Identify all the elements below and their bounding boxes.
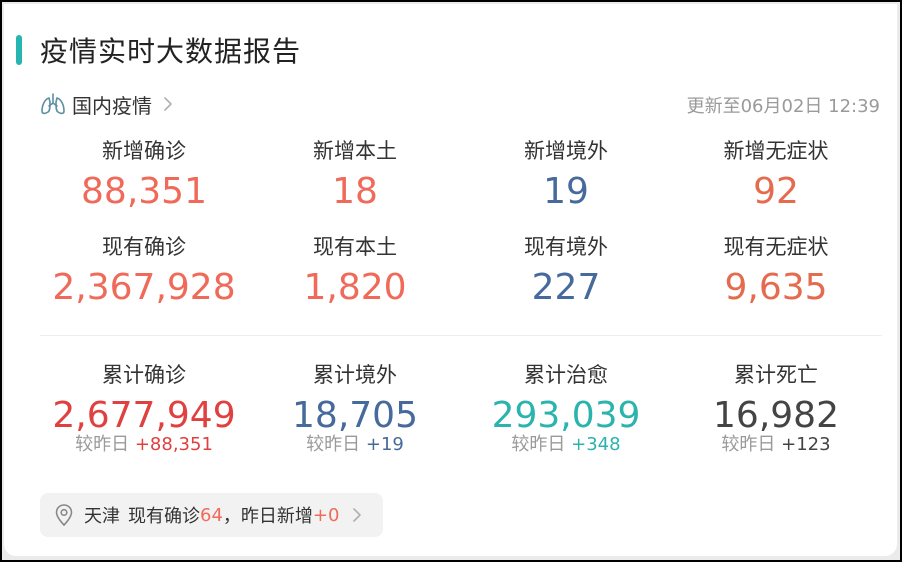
stat-current-confirmed: 现有确诊 2,367,928 (34, 234, 254, 310)
stat-delta: 较昨日 +19 (245, 434, 465, 456)
stat-new-confirmed: 新增确诊 88,351 (34, 138, 254, 214)
local-new-value: +0 (312, 504, 340, 526)
stat-label: 累计治愈 (524, 363, 608, 387)
local-current-label: 现有确诊 (128, 506, 200, 527)
stat-label: 现有本土 (313, 235, 397, 259)
stat-delta: 较昨日 +348 (456, 434, 676, 456)
chevron-right-icon (353, 508, 362, 522)
local-current-value: 64 (200, 504, 223, 526)
delta-value: +123 (781, 434, 831, 455)
stat-value: 88,351 (81, 171, 207, 212)
delta-value: +348 (571, 434, 621, 455)
stat-label: 累计死亡 (734, 363, 818, 387)
location-pin-icon (55, 504, 73, 527)
stat-value: 9,635 (724, 267, 828, 308)
stat-label: 现有境外 (524, 235, 608, 259)
stat-label: 新增无症状 (723, 139, 829, 163)
stat-current-imported: 现有境外 227 (456, 234, 676, 310)
region-selector[interactable]: 国内疫情 (40, 89, 174, 119)
page-title: 疫情实时大数据报告 (40, 35, 302, 68)
delta-value: +88,351 (134, 434, 213, 455)
stat-label: 新增确诊 (102, 139, 186, 163)
chevron-right-icon (164, 97, 172, 111)
title-accent-bar (16, 35, 22, 65)
window-frame: 疫情实时大数据报告 国内疫情 更新至06月02日 12:39 新增确诊 88,3… (0, 0, 902, 562)
update-timestamp: 更新至06月02日 12:39 (686, 96, 880, 117)
delta-prefix: 较昨日 (75, 434, 130, 455)
stat-new-local: 新增本土 18 (245, 138, 465, 214)
delta-prefix: 较昨日 (721, 434, 776, 455)
stat-total-imported: 累计境外 18,705 较昨日 +19 (245, 362, 465, 456)
stat-value: 18,705 (292, 395, 418, 436)
report-card: 疫情实时大数据报告 国内疫情 更新至06月02日 12:39 新增确诊 88,3… (4, 4, 897, 556)
delta-prefix: 较昨日 (511, 434, 566, 455)
stat-value: 2,677,949 (52, 395, 236, 436)
stat-value: 18 (332, 171, 378, 212)
stat-total-recovered: 累计治愈 293,039 较昨日 +348 (456, 362, 676, 456)
stat-value: 227 (531, 267, 601, 308)
stat-total-deaths: 累计死亡 16,982 较昨日 +123 (666, 362, 886, 456)
stat-current-asymptomatic: 现有无症状 9,635 (666, 234, 886, 310)
delta-value: +19 (365, 434, 404, 455)
stat-current-local: 现有本土 1,820 (245, 234, 465, 310)
local-city-name: 天津 (84, 506, 120, 527)
stat-new-asymptomatic: 新增无症状 92 (666, 138, 886, 214)
stat-label: 现有无症状 (723, 235, 829, 259)
stat-value: 2,367,928 (52, 267, 236, 308)
stat-delta: 较昨日 +123 (666, 434, 886, 456)
lungs-icon (41, 93, 65, 115)
stat-value: 92 (753, 171, 799, 212)
stat-total-confirmed: 累计确诊 2,677,949 较昨日 +88,351 (34, 362, 254, 456)
section-divider (40, 335, 882, 336)
stat-label: 现有确诊 (102, 235, 186, 259)
stat-value: 1,820 (303, 267, 407, 308)
region-label: 国内疫情 (72, 93, 152, 118)
local-city-link[interactable]: 天津 现有确诊 64 ，昨日新增 +0 (40, 493, 384, 537)
stat-new-imported: 新增境外 19 (456, 138, 676, 214)
delta-prefix: 较昨日 (306, 434, 361, 455)
stat-label: 新增境外 (524, 139, 608, 163)
stat-value: 16,982 (713, 395, 839, 436)
stat-value: 293,039 (491, 395, 641, 436)
stat-label: 累计境外 (313, 363, 397, 387)
local-new-label: ，昨日新增 (222, 506, 313, 527)
stat-label: 新增本土 (313, 139, 397, 163)
stat-label: 累计确诊 (102, 363, 186, 387)
stat-value: 19 (543, 171, 589, 212)
